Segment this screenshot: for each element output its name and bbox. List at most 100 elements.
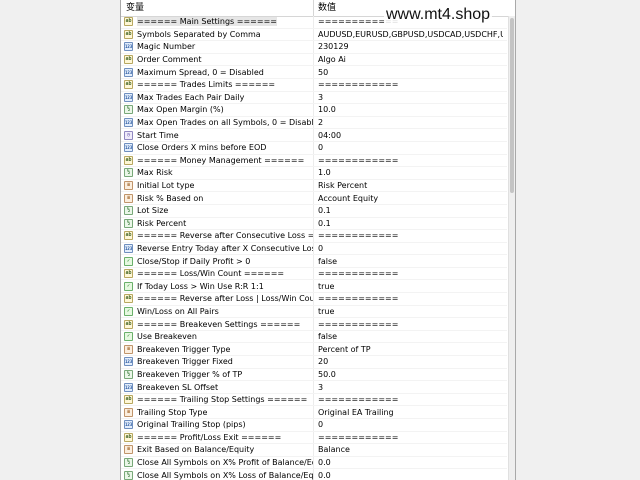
parameter-row[interactable]: ≡ Breakeven Trigger Type Percent of TP [121, 343, 507, 357]
parameter-row[interactable]: ab ====== Reverse after Consecutive Loss … [121, 230, 507, 243]
parameter-value[interactable]: ============ [314, 156, 503, 165]
parameter-value[interactable]: ============ [314, 294, 503, 303]
parameter-row[interactable]: 123 Max Trades Each Pair Daily 3 [121, 91, 507, 105]
parameter-value[interactable]: 1.0 [314, 168, 503, 177]
parameter-value[interactable]: 50 [314, 68, 503, 77]
parameter-row[interactable]: 123 Breakeven Trigger Fixed 20 [121, 356, 507, 369]
parameter-value[interactable]: AUDUSD,EURUSD,GBPUSD,USDCAD,USDCHF,USDJP… [314, 30, 503, 39]
parameter-row[interactable]: ½ Breakeven Trigger % of TP 50.0 [121, 368, 507, 382]
parameter-name: Breakeven Trigger Fixed [137, 357, 233, 367]
parameter-value[interactable]: 3 [314, 93, 503, 102]
parameter-row[interactable]: 123 Max Open Trades on all Symbols, 0 = D… [121, 116, 507, 130]
column-header-value[interactable]: 数值 [314, 0, 336, 16]
parameter-row[interactable]: ½ Close All Symbols on X% Profit of Balan… [121, 456, 507, 470]
parameter-value[interactable]: Account Equity [314, 194, 503, 203]
parameter-row[interactable]: ½ Close All Symbols on X% Loss of Balance… [121, 469, 507, 480]
parameter-value[interactable]: 0.0 [314, 458, 503, 467]
parameter-value[interactable]: 0 [314, 143, 503, 152]
parameter-row[interactable]: ab ====== Money Management ====== ========… [121, 154, 507, 168]
parameter-row[interactable]: ½ Max Risk 1.0 [121, 167, 507, 180]
double-param-icon: ½ [124, 206, 133, 216]
parameter-name-cell: ab ====== Money Management ====== [121, 154, 314, 167]
parameter-value[interactable]: 10.0 [314, 105, 503, 114]
parameter-row[interactable]: ½ Lot Size 0.1 [121, 204, 507, 218]
parameter-value[interactable]: 0 [314, 420, 503, 429]
text-param-icon: ab [124, 294, 133, 304]
parameter-row[interactable]: 123 Close Orders X mins before EOD 0 [121, 141, 507, 155]
parameter-row[interactable]: ab ====== Trades Limits ====== ===========… [121, 78, 507, 92]
parameter-value[interactable]: 2 [314, 118, 503, 127]
parameter-name-cell: 123 Maximum Spread, 0 = Disabled [121, 66, 314, 78]
column-header-variable[interactable]: 变量 [121, 0, 314, 16]
parameter-row[interactable]: 123 Maximum Spread, 0 = Disabled 50 [121, 66, 507, 79]
parameter-row[interactable]: ab ====== Trailing Stop Settings ====== ==… [121, 393, 507, 407]
parameter-row[interactable]: ✓ Use Breakeven false [121, 330, 507, 344]
parameter-value[interactable]: Algo Ai [314, 55, 503, 64]
parameter-row[interactable]: ≡ Risk % Based on Account Equity [121, 192, 507, 205]
parameter-row[interactable]: ≡ Trailing Stop Type Original EA Trailing [121, 406, 507, 419]
vertical-scrollbar[interactable] [508, 16, 515, 480]
parameter-value[interactable]: Risk Percent [314, 181, 503, 190]
parameter-name-cell: ab ====== Main Settings ====== [121, 16, 314, 28]
parameter-row[interactable]: ab ====== Reverse after Loss | Loss/Win C… [121, 293, 507, 306]
parameter-value[interactable]: 50.0 [314, 370, 503, 379]
parameter-value[interactable]: true [314, 282, 503, 291]
parameter-value[interactable]: 0.0 [314, 471, 503, 480]
parameter-row[interactable]: ab ====== Breakeven Settings ====== ======… [121, 318, 507, 331]
parameter-row[interactable]: ◷ Start Time 04:00 [121, 129, 507, 142]
parameter-name: Start Time [137, 130, 179, 140]
parameter-name: ====== Profit/Loss Exit ====== [137, 432, 282, 442]
parameter-row[interactable]: 123 Original Trailing Stop (pips) 0 [121, 419, 507, 432]
parameter-row[interactable]: ≡ Exit Based on Balance/Equity Balance [121, 444, 507, 457]
parameter-name: Max Trades Each Pair Daily [137, 92, 245, 102]
parameter-row[interactable]: ab Order Comment Algo Ai [121, 53, 507, 67]
parameter-name-cell: ✓ Use Breakeven [121, 330, 314, 343]
integer-param-icon: 123 [124, 92, 133, 102]
parameter-row[interactable]: ✓ Win/Loss on All Pairs true [121, 305, 507, 319]
parameter-value[interactable]: 20 [314, 357, 503, 366]
parameter-value[interactable]: 0 [314, 244, 503, 253]
parameter-name-cell: ½ Close All Symbols on X% Loss of Balance… [121, 469, 314, 480]
parameter-value[interactable]: false [314, 332, 503, 341]
parameter-value[interactable]: ============ [314, 269, 503, 278]
parameter-row[interactable]: ab ====== Profit/Loss Exit ====== ========… [121, 431, 507, 445]
parameter-row[interactable]: 123 Magic Number 230129 [121, 41, 507, 54]
parameter-row[interactable]: ✓ If Today Loss > Win Use R:R 1:1 true [121, 280, 507, 294]
parameter-name-cell: 123 Close Orders X mins before EOD [121, 141, 314, 154]
parameter-value[interactable]: 3 [314, 383, 503, 392]
parameter-value[interactable]: ============ [314, 80, 503, 89]
parameter-value[interactable]: 230129 [314, 42, 503, 51]
parameter-name-cell: ab ====== Breakeven Settings ====== [121, 318, 314, 330]
parameter-row[interactable]: 123 Breakeven SL Offset 3 [121, 381, 507, 394]
parameter-row[interactable]: ab ====== Loss/Win Count ====== ==========… [121, 267, 507, 281]
parameter-value[interactable]: Percent of TP [314, 345, 503, 354]
parameter-value[interactable]: 0.1 [314, 206, 503, 215]
parameter-row[interactable]: ✓ Close/Stop if Daily Profit > 0 false [121, 255, 507, 268]
parameter-value[interactable]: ============ [314, 433, 503, 442]
boolean-param-icon: ✓ [124, 306, 133, 316]
double-param-icon: ½ [124, 470, 133, 480]
parameter-row[interactable]: ½ Max Open Margin (%) 10.0 [121, 104, 507, 117]
parameter-value[interactable]: true [314, 307, 503, 316]
parameter-name: Trailing Stop Type [137, 407, 208, 417]
parameter-value[interactable]: ============ [314, 320, 503, 329]
parameter-name-cell: ✓ Win/Loss on All Pairs [121, 305, 314, 318]
parameter-value[interactable]: Original EA Trailing [314, 408, 503, 417]
parameter-value[interactable]: ============ [314, 395, 503, 404]
parameter-value[interactable]: 0.1 [314, 219, 503, 228]
parameter-name-cell: 123 Breakeven SL Offset [121, 381, 314, 393]
text-param-icon: ab [124, 395, 133, 405]
parameter-value[interactable]: Balance [314, 445, 503, 454]
parameter-row[interactable]: 123 Reverse Entry Today after X Consecuti… [121, 242, 507, 256]
parameter-name: Lot Size [137, 206, 169, 216]
parameter-name-cell: ab ====== Profit/Loss Exit ====== [121, 431, 314, 444]
parameter-row[interactable]: ab Symbols Separated by Comma AUDUSD,EURUS… [121, 28, 507, 42]
parameter-row[interactable]: ½ Risk Percent 0.1 [121, 217, 507, 231]
parameter-value[interactable]: false [314, 257, 503, 266]
parameter-name: Breakeven Trigger % of TP [137, 369, 243, 379]
parameter-row[interactable]: ≡ Initial Lot type Risk Percent [121, 179, 507, 193]
parameter-name: Close All Symbols on X% Loss of Balance/… [137, 470, 314, 480]
scrollbar-thumb[interactable] [510, 18, 514, 193]
parameter-value[interactable]: ============ [314, 231, 503, 240]
parameter-value[interactable]: 04:00 [314, 131, 503, 140]
